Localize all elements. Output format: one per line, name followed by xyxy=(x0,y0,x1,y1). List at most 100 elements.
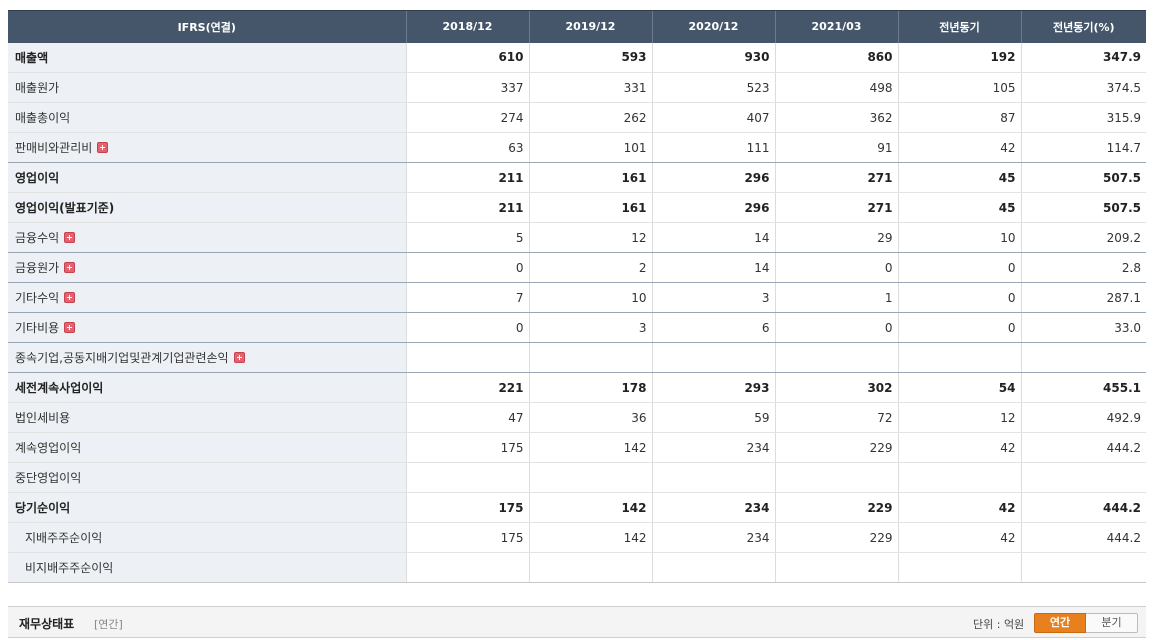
row-label-cell: 금융수익 xyxy=(8,222,406,253)
cell: 14 xyxy=(651,222,775,253)
row-other-income: 기타수익 7 10 3 1 0 287.1 xyxy=(8,282,1146,313)
cell: 362 xyxy=(774,102,898,133)
cell: 175 xyxy=(405,522,529,553)
cell: 2 xyxy=(528,252,652,283)
row-label-cell: 판매비와관리비 xyxy=(8,132,406,163)
header-ifrs: IFRS(연결) xyxy=(8,10,406,43)
expand-plus-icon[interactable] xyxy=(64,232,76,243)
cell: 374.5 xyxy=(1020,72,1146,103)
header-yoy-pct: 전년동기(%) xyxy=(1020,10,1146,43)
row-label-cell: 금융원가 xyxy=(8,252,406,283)
cell: 59 xyxy=(651,402,775,433)
row-label: 당기순이익 xyxy=(8,492,406,523)
row-other-expense: 기타비용 0 3 6 0 0 33.0 xyxy=(8,312,1146,343)
cell: 45 xyxy=(897,162,1021,193)
cell: 6 xyxy=(651,312,775,343)
cell: 105 xyxy=(897,72,1021,103)
row-financial-cost: 금융원가 0 2 14 0 0 2.8 xyxy=(8,252,1146,283)
cell: 444.2 xyxy=(1020,522,1146,553)
cell: 14 xyxy=(651,252,775,283)
cell: 63 xyxy=(405,132,529,163)
expand-plus-icon[interactable] xyxy=(233,352,245,363)
header-2020-12: 2020/12 xyxy=(651,10,775,43)
cell: 161 xyxy=(528,192,652,223)
cell: 229 xyxy=(774,522,898,553)
cell: 293 xyxy=(651,372,775,403)
cell: 161 xyxy=(528,162,652,193)
cell: 192 xyxy=(897,42,1021,73)
expand-plus-icon[interactable] xyxy=(64,262,76,273)
cell: 45 xyxy=(897,192,1021,223)
row-label: 매출총이익 xyxy=(8,102,406,133)
cell: 221 xyxy=(405,372,529,403)
row-sga: 판매비와관리비 63 101 111 91 42 114.7 xyxy=(8,132,1146,163)
row-label: 세전계속사업이익 xyxy=(8,372,406,403)
cell: 331 xyxy=(528,72,652,103)
row-controlling-net-income: 지배주주순이익 175 142 234 229 42 444.2 xyxy=(8,522,1146,553)
cell: 142 xyxy=(528,522,652,553)
header-yoy: 전년동기 xyxy=(897,10,1021,43)
row-operating-income-reported: 영업이익(발표기준) 211 161 296 271 45 507.5 xyxy=(8,192,1146,223)
cell: 444.2 xyxy=(1020,492,1146,523)
cell xyxy=(897,462,1021,493)
cell xyxy=(897,552,1021,583)
cell: 0 xyxy=(897,282,1021,313)
cell: 142 xyxy=(528,492,652,523)
cell: 54 xyxy=(897,372,1021,403)
cell: 407 xyxy=(651,102,775,133)
cell xyxy=(774,342,898,373)
cell: 175 xyxy=(405,432,529,463)
cell: 262 xyxy=(528,102,652,133)
cell xyxy=(1020,462,1146,493)
cell: 87 xyxy=(897,102,1021,133)
cell xyxy=(405,552,529,583)
section-title: 재무상태표 xyxy=(19,617,75,631)
cell: 211 xyxy=(405,192,529,223)
quarter-toggle-button[interactable]: 분기 xyxy=(1086,613,1138,633)
expand-plus-icon[interactable] xyxy=(64,292,76,303)
cell: 274 xyxy=(405,102,529,133)
cell xyxy=(528,552,652,583)
row-label: 법인세비용 xyxy=(8,402,406,433)
row-label: 판매비와관리비 xyxy=(15,141,93,155)
section-subtitle: [연간] xyxy=(94,618,123,631)
cell xyxy=(528,342,652,373)
cell: 36 xyxy=(528,402,652,433)
cell: 610 xyxy=(405,42,529,73)
cell: 234 xyxy=(651,522,775,553)
row-operating-income: 영업이익 211 161 296 271 45 507.5 xyxy=(8,162,1146,193)
cell xyxy=(651,342,775,373)
cell: 337 xyxy=(405,72,529,103)
cell: 29 xyxy=(774,222,898,253)
balance-sheet-section-bar: 재무상태표 [연간] 단위 : 억원 연간 분기 xyxy=(8,606,1146,638)
cell: 234 xyxy=(651,432,775,463)
cell: 0 xyxy=(774,252,898,283)
cell: 10 xyxy=(528,282,652,313)
cell: 302 xyxy=(774,372,898,403)
row-label: 종속기업,공동지배기업및관계기업관련손익 xyxy=(15,351,229,365)
row-label: 금융수익 xyxy=(15,231,60,245)
cell: 455.1 xyxy=(1020,372,1146,403)
cell: 0 xyxy=(774,312,898,343)
row-label: 기타비용 xyxy=(15,321,60,335)
expand-plus-icon[interactable] xyxy=(97,142,109,153)
cell: 10 xyxy=(897,222,1021,253)
cell: 444.2 xyxy=(1020,432,1146,463)
cell: 0 xyxy=(405,312,529,343)
annual-toggle-button[interactable]: 연간 xyxy=(1034,613,1086,633)
row-label: 영업이익(발표기준) xyxy=(8,192,406,223)
cell: 492.9 xyxy=(1020,402,1146,433)
cell: 0 xyxy=(897,252,1021,283)
row-pretax-income: 세전계속사업이익 221 178 293 302 54 455.1 xyxy=(8,372,1146,403)
table-header-row: IFRS(연결) 2018/12 2019/12 2020/12 2021/03… xyxy=(8,10,1146,43)
cell xyxy=(897,342,1021,373)
cell: 2.8 xyxy=(1020,252,1146,283)
cell: 47 xyxy=(405,402,529,433)
row-affiliate-gain-loss: 종속기업,공동지배기업및관계기업관련손익 xyxy=(8,342,1146,373)
cell xyxy=(405,462,529,493)
row-label-cell: 기타수익 xyxy=(8,282,406,313)
row-continuing-income: 계속영업이익 175 142 234 229 42 444.2 xyxy=(8,432,1146,463)
expand-plus-icon[interactable] xyxy=(64,322,76,333)
row-label-cell: 기타비용 xyxy=(8,312,406,343)
row-gross-profit: 매출총이익 274 262 407 362 87 315.9 xyxy=(8,102,1146,133)
